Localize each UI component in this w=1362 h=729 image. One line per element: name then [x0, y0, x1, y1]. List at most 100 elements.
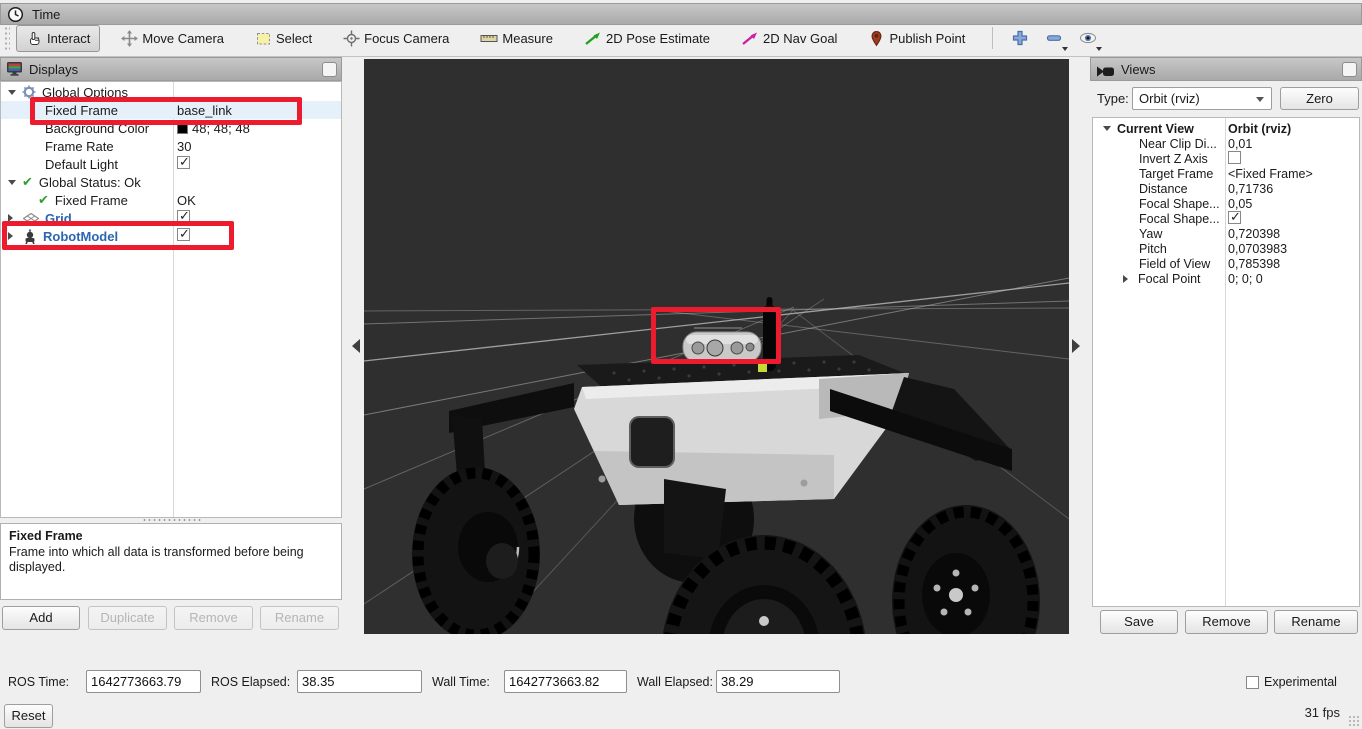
- row-label: RobotModel: [43, 229, 118, 244]
- row-value[interactable]: 0,01: [1228, 137, 1252, 151]
- row-label: Fixed Frame: [55, 193, 128, 208]
- remove-display-button[interactable]: Remove: [174, 606, 253, 630]
- row-label: Yaw: [1139, 227, 1162, 241]
- tree-row-focal-shape-fixed[interactable]: Focal Shape...: [1093, 211, 1359, 226]
- add-display-button[interactable]: Add: [2, 606, 80, 630]
- row-value[interactable]: 0,71736: [1228, 182, 1273, 196]
- row-value[interactable]: 30: [177, 139, 191, 154]
- tree-row-focal-shape-size[interactable]: Focal Shape... 0,05: [1093, 196, 1359, 211]
- wall-time-input[interactable]: [504, 670, 627, 693]
- tool-label: 2D Nav Goal: [763, 31, 837, 46]
- tree-row-grid[interactable]: Grid: [1, 209, 341, 227]
- reset-time-button[interactable]: Reset: [4, 704, 53, 728]
- view-type-dropdown[interactable]: Orbit (rviz): [1132, 87, 1272, 110]
- tree-row-fixed-frame-status[interactable]: ✔ Fixed Frame OK: [1, 191, 341, 209]
- row-value[interactable]: <Fixed Frame>: [1228, 167, 1313, 181]
- tree-row-background-color[interactable]: Background Color 48; 48; 48: [1, 119, 341, 137]
- tree-row-distance[interactable]: Distance 0,71736: [1093, 181, 1359, 196]
- rename-view-button[interactable]: Rename: [1274, 610, 1358, 634]
- wall-elapsed-input[interactable]: [716, 670, 840, 693]
- save-view-button[interactable]: Save: [1100, 610, 1178, 634]
- tool-visibility-button[interactable]: [1073, 25, 1103, 52]
- row-label: Target Frame: [1139, 167, 1213, 181]
- nav-goal-tool-button[interactable]: 2D Nav Goal: [731, 25, 847, 52]
- expander-icon[interactable]: [1103, 126, 1111, 135]
- toolbar: Interact Move Camera Select Focus Camera: [0, 20, 1362, 57]
- panel-float-button[interactable]: [322, 62, 337, 77]
- row-value[interactable]: 48; 48; 48: [177, 121, 250, 136]
- move-camera-tool-button[interactable]: Move Camera: [111, 25, 234, 52]
- interact-tool-button[interactable]: Interact: [16, 25, 100, 52]
- focus-camera-tool-button[interactable]: Focus Camera: [333, 25, 459, 52]
- duplicate-display-button[interactable]: Duplicate: [88, 606, 167, 630]
- panel-float-button[interactable]: [1342, 62, 1357, 77]
- expander-icon[interactable]: [8, 214, 17, 222]
- gear-icon: [22, 85, 36, 99]
- collapse-right-panel-arrow[interactable]: [1072, 339, 1080, 353]
- tool-label: Interact: [47, 31, 90, 46]
- expander-icon[interactable]: [1123, 275, 1132, 283]
- default-light-checkbox[interactable]: [177, 156, 190, 169]
- zero-view-button[interactable]: Zero: [1280, 87, 1359, 110]
- panel-splitter-handle[interactable]: [142, 518, 202, 522]
- tree-row-focal-point[interactable]: Focal Point 0; 0; 0: [1093, 271, 1359, 286]
- robotmodel-enabled-checkbox[interactable]: [177, 228, 190, 241]
- expander-icon[interactable]: [8, 180, 16, 189]
- collapse-left-panel-arrow[interactable]: [352, 339, 360, 353]
- selection-box-icon: [255, 30, 272, 47]
- invert-z-checkbox[interactable]: [1228, 151, 1241, 164]
- displays-panel-header[interactable]: Displays: [0, 57, 342, 81]
- views-panel-header[interactable]: Views: [1090, 57, 1362, 81]
- tree-row-invert-z[interactable]: Invert Z Axis: [1093, 151, 1359, 166]
- view-type-value: Orbit (rviz): [1139, 91, 1200, 106]
- focal-shape-checkbox[interactable]: [1228, 211, 1241, 224]
- expander-icon[interactable]: [8, 90, 16, 99]
- row-label: Near Clip Di...: [1139, 137, 1217, 151]
- row-value[interactable]: 0; 0; 0: [1228, 272, 1263, 286]
- expander-icon[interactable]: [8, 232, 17, 240]
- tree-row-fixed-frame[interactable]: Fixed Frame base_link: [1, 101, 341, 119]
- tool-label: Publish Point: [889, 31, 965, 46]
- tree-row-global-options[interactable]: Global Options: [1, 83, 341, 101]
- tree-row-yaw[interactable]: Yaw 0,720398: [1093, 226, 1359, 241]
- add-tool-button[interactable]: [1005, 25, 1035, 52]
- displays-tree: Global Options Fixed Frame base_link Bac…: [0, 81, 342, 518]
- row-value[interactable]: base_link: [177, 103, 232, 118]
- tree-row-global-status[interactable]: ✔ Global Status: Ok: [1, 173, 341, 191]
- tree-row-frame-rate[interactable]: Frame Rate 30: [1, 137, 341, 155]
- displays-panel: Displays Global Options Fixed Frame base…: [0, 57, 342, 635]
- chevron-down-icon: [1256, 97, 1264, 102]
- experimental-checkbox[interactable]: [1246, 676, 1259, 689]
- tree-row-default-light[interactable]: Default Light: [1, 155, 341, 173]
- rename-display-button[interactable]: Rename: [260, 606, 339, 630]
- tree-row-near-clip[interactable]: Near Clip Di... 0,01: [1093, 136, 1359, 151]
- row-label: Invert Z Axis: [1139, 152, 1208, 166]
- toolbar-separator: [992, 27, 993, 49]
- ros-elapsed-input[interactable]: [297, 670, 422, 693]
- grid-enabled-checkbox[interactable]: [177, 210, 190, 223]
- window-resize-grip[interactable]: [1348, 715, 1360, 727]
- tree-row-current-view[interactable]: Current View Orbit (rviz): [1093, 121, 1359, 136]
- time-panel-header[interactable]: Time: [0, 3, 1362, 25]
- row-value[interactable]: 0,785398: [1228, 257, 1280, 271]
- row-label: Focal Shape...: [1139, 212, 1220, 226]
- row-value: [177, 210, 190, 226]
- tree-row-robotmodel[interactable]: RobotModel: [1, 227, 341, 245]
- publish-point-tool-button[interactable]: Publish Point: [858, 25, 975, 52]
- row-value[interactable]: 0,720398: [1228, 227, 1280, 241]
- pose-estimate-tool-button[interactable]: 2D Pose Estimate: [574, 25, 720, 52]
- 3d-viewport[interactable]: [364, 59, 1069, 634]
- tool-label: Focus Camera: [364, 31, 449, 46]
- remove-tool-button[interactable]: [1039, 25, 1069, 52]
- select-tool-button[interactable]: Select: [245, 25, 322, 52]
- remove-view-button[interactable]: Remove: [1185, 610, 1268, 634]
- ros-time-input[interactable]: [86, 670, 201, 693]
- tree-row-pitch[interactable]: Pitch 0,0703983: [1093, 241, 1359, 256]
- toolbar-drag-handle[interactable]: [4, 26, 10, 50]
- tree-row-target-frame[interactable]: Target Frame <Fixed Frame>: [1093, 166, 1359, 181]
- tree-row-field-of-view[interactable]: Field of View 0,785398: [1093, 256, 1359, 271]
- row-value[interactable]: 0,0703983: [1228, 242, 1287, 256]
- magenta-arrow-icon: [741, 30, 759, 47]
- measure-tool-button[interactable]: Measure: [470, 25, 563, 52]
- row-value: [177, 228, 190, 244]
